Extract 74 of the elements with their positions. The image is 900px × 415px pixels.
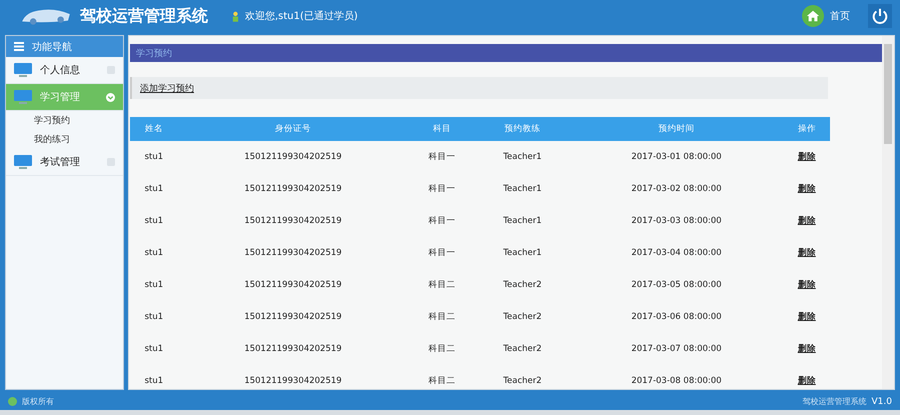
- monitor-icon: [14, 90, 32, 104]
- table-cell-text: Teacher2: [502, 375, 543, 388]
- version-text: V1.0: [872, 396, 892, 406]
- add-link[interactable]: 添加学习预约: [140, 82, 194, 94]
- table-cell-text: 科目二: [427, 279, 456, 292]
- scrollbar[interactable]: [882, 36, 894, 389]
- nav-subitem[interactable]: 我的练习: [6, 130, 123, 149]
- delete-link[interactable]: 删除: [798, 152, 816, 162]
- table-cell-text: 150121199304202519: [243, 343, 343, 356]
- power-icon[interactable]: [868, 4, 892, 28]
- table-cell: 150121199304202519: [178, 141, 408, 173]
- table-cell-text: 科目二: [427, 375, 456, 388]
- table-cell-text: Teacher1: [502, 247, 543, 260]
- monitor-icon: [14, 63, 32, 77]
- delete-link[interactable]: 删除: [798, 344, 816, 354]
- table-cell-text: stu1: [144, 311, 164, 324]
- table-cell-text: 150121199304202519: [243, 375, 343, 388]
- table-cell-text: 2017-03-06 08:00:00: [630, 311, 723, 324]
- table-cell-text: 2017-03-03 08:00:00: [630, 215, 723, 228]
- table-cell-text: 150121199304202519: [243, 311, 343, 324]
- home-link[interactable]: 首页: [830, 9, 850, 23]
- column-header: 操作: [784, 117, 830, 141]
- panel-title: 学习预约: [136, 48, 172, 60]
- collapse-icon: [106, 92, 115, 102]
- delete-link[interactable]: 删除: [798, 280, 816, 290]
- table-cell-text: stu1: [144, 279, 164, 292]
- sidebar-title: 功能导航: [32, 40, 72, 54]
- table-cell: 2017-03-01 08:00:00: [569, 141, 784, 173]
- list-icon: [14, 42, 24, 51]
- column-header: 科目: [408, 117, 476, 141]
- table-cell-text: 科目二: [427, 311, 456, 324]
- column-header: 预约教练: [476, 117, 570, 141]
- copyright-text: 版权所有: [22, 396, 54, 407]
- table-cell-text: 150121199304202519: [243, 279, 343, 292]
- table-cell-text: stu1: [144, 375, 164, 388]
- table-cell-text: 科目二: [427, 343, 456, 356]
- table-cell-text: 科目一: [427, 183, 456, 196]
- table-cell-text: stu1: [144, 247, 164, 260]
- welcome-text: 欢迎您,stu1(已通过学员): [245, 10, 358, 23]
- table-cell-text: Teacher2: [502, 311, 543, 324]
- table-cell: stu1: [130, 141, 178, 173]
- delete-link[interactable]: 删除: [798, 216, 816, 226]
- table-cell-text: 2017-03-02 08:00:00: [630, 183, 723, 196]
- delete-link[interactable]: 删除: [798, 184, 816, 194]
- table-cell-text: Teacher1: [502, 215, 543, 228]
- table-cell-text: stu1: [144, 343, 164, 356]
- user-icon: [232, 10, 239, 22]
- table-cell-text: stu1: [144, 215, 164, 228]
- app-title: 驾校运营管理系统: [80, 6, 208, 26]
- column-header: 预约时间: [569, 117, 784, 141]
- table-cell: Teacher1: [476, 141, 570, 173]
- monitor-icon: [14, 155, 32, 169]
- table-cell-text: stu1: [144, 183, 164, 196]
- table-cell-text: 科目一: [427, 247, 456, 260]
- table-cell-text: Teacher1: [502, 183, 543, 196]
- table-cell-text: 2017-03-08 08:00:00: [630, 375, 723, 388]
- table-cell-text: 150121199304202519: [243, 215, 343, 228]
- table-cell-text: Teacher2: [502, 279, 543, 292]
- delete-link[interactable]: 删除: [798, 312, 816, 322]
- table-cell-text: 科目一: [427, 215, 456, 228]
- table-cell-text: 2017-03-05 08:00:00: [630, 279, 723, 292]
- table-cell-text: Teacher2: [502, 343, 543, 356]
- home-icon[interactable]: [802, 5, 824, 27]
- table-cell-text: 150121199304202519: [243, 247, 343, 260]
- table-cell-text: 2017-03-07 08:00:00: [630, 343, 723, 356]
- table-cell: 科目一: [408, 141, 476, 173]
- column-header: 身份证号: [178, 117, 408, 141]
- nav-subitem[interactable]: 学习预约: [6, 111, 123, 130]
- table-cell-text: 2017-03-04 08:00:00: [630, 247, 723, 260]
- system-name: 驾校运营管理系统: [802, 396, 867, 407]
- column-header: 姓名: [130, 117, 178, 141]
- table-cell-text: 150121199304202519: [243, 183, 343, 196]
- delete-link[interactable]: 删除: [798, 376, 816, 386]
- delete-link[interactable]: 删除: [798, 248, 816, 258]
